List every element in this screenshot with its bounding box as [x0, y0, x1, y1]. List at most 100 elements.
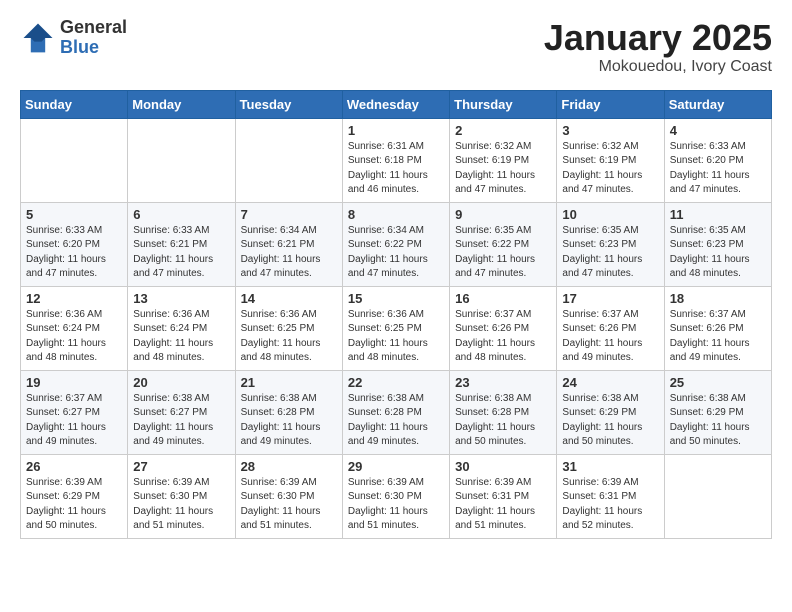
logo-text: General Blue [60, 18, 127, 58]
weekday-header-row: SundayMondayTuesdayWednesdayThursdayFrid… [21, 90, 772, 118]
calendar-cell [21, 118, 128, 202]
day-info: Sunrise: 6:33 AM Sunset: 6:20 PM Dayligh… [26, 224, 122, 282]
day-info: Sunrise: 6:38 AM Sunset: 6:27 PM Dayligh… [133, 392, 229, 450]
day-number: 8 [348, 207, 444, 222]
day-number: 17 [562, 291, 658, 306]
calendar-cell: 6 Sunrise: 6:33 AM Sunset: 6:21 PM Daylig… [128, 202, 235, 286]
week-row-1: 1 Sunrise: 6:31 AM Sunset: 6:18 PM Daylig… [21, 118, 772, 202]
calendar-cell: 12Sunrise: 6:36 AM Sunset: 6:24 PM Dayli… [21, 286, 128, 370]
calendar-cell: 23 Sunrise: 6:38 AM Sunset: 6:28 PM Dayli… [450, 370, 557, 454]
calendar-cell: 13Sunrise: 6:36 AM Sunset: 6:24 PM Dayli… [128, 286, 235, 370]
weekday-header-tuesday: Tuesday [235, 90, 342, 118]
day-number: 26 [26, 459, 122, 474]
day-number: 15 [348, 291, 444, 306]
day-number: 29 [348, 459, 444, 474]
day-number: 22 [348, 375, 444, 390]
day-info: Sunrise: 6:38 AM Sunset: 6:28 PM Dayligh… [241, 392, 337, 450]
calendar-cell: 11 Sunrise: 6:35 AM Sunset: 6:23 PM Dayli… [664, 202, 771, 286]
calendar-cell: 31 Sunrise: 6:39 AM Sunset: 6:31 PM Dayli… [557, 454, 664, 538]
day-number: 20 [133, 375, 229, 390]
day-number: 23 [455, 375, 551, 390]
weekday-header-monday: Monday [128, 90, 235, 118]
day-number: 6 [133, 207, 229, 222]
day-info: Sunrise: 6:39 AM Sunset: 6:30 PM Dayligh… [348, 476, 444, 534]
page: General Blue January 2025 Mokouedou, Ivo… [0, 0, 792, 557]
day-number: 31 [562, 459, 658, 474]
calendar-cell: 14Sunrise: 6:36 AM Sunset: 6:25 PM Dayli… [235, 286, 342, 370]
calendar-cell: 19 Sunrise: 6:37 AM Sunset: 6:27 PM Dayli… [21, 370, 128, 454]
day-number: 28 [241, 459, 337, 474]
title-area: January 2025 Mokouedou, Ivory Coast [544, 18, 772, 76]
calendar-cell [128, 118, 235, 202]
day-info: Sunrise: 6:33 AM Sunset: 6:21 PM Dayligh… [133, 224, 229, 282]
weekday-header-thursday: Thursday [450, 90, 557, 118]
day-number: 30 [455, 459, 551, 474]
day-info: Sunrise: 6:34 AM Sunset: 6:22 PM Dayligh… [348, 224, 444, 282]
day-number: 16 [455, 291, 551, 306]
day-number: 1 [348, 123, 444, 138]
week-row-2: 5 Sunrise: 6:33 AM Sunset: 6:20 PM Daylig… [21, 202, 772, 286]
calendar-cell [664, 454, 771, 538]
calendar-cell: 9 Sunrise: 6:35 AM Sunset: 6:22 PM Daylig… [450, 202, 557, 286]
subtitle: Mokouedou, Ivory Coast [544, 58, 772, 76]
day-number: 4 [670, 123, 766, 138]
calendar-cell: 18Sunrise: 6:37 AM Sunset: 6:26 PM Dayli… [664, 286, 771, 370]
day-info: Sunrise: 6:38 AM Sunset: 6:28 PM Dayligh… [455, 392, 551, 450]
header: General Blue January 2025 Mokouedou, Ivo… [20, 18, 772, 76]
day-info: Sunrise: 6:36 AM Sunset: 6:25 PM Dayligh… [241, 308, 337, 366]
day-info: Sunrise: 6:39 AM Sunset: 6:30 PM Dayligh… [133, 476, 229, 534]
calendar-cell: 24 Sunrise: 6:38 AM Sunset: 6:29 PM Dayli… [557, 370, 664, 454]
logo-icon [20, 20, 56, 56]
day-number: 11 [670, 207, 766, 222]
day-info: Sunrise: 6:38 AM Sunset: 6:29 PM Dayligh… [562, 392, 658, 450]
weekday-header-saturday: Saturday [664, 90, 771, 118]
day-info: Sunrise: 6:36 AM Sunset: 6:25 PM Dayligh… [348, 308, 444, 366]
day-number: 13 [133, 291, 229, 306]
calendar-cell: 17 Sunrise: 6:37 AM Sunset: 6:26 PM Dayli… [557, 286, 664, 370]
day-info: Sunrise: 6:33 AM Sunset: 6:20 PM Dayligh… [670, 140, 766, 198]
calendar-cell: 2Sunrise: 6:32 AM Sunset: 6:19 PM Daylig… [450, 118, 557, 202]
calendar-cell: 20 Sunrise: 6:38 AM Sunset: 6:27 PM Dayli… [128, 370, 235, 454]
calendar-cell: 27 Sunrise: 6:39 AM Sunset: 6:30 PM Dayli… [128, 454, 235, 538]
calendar-cell: 16 Sunrise: 6:37 AM Sunset: 6:26 PM Dayli… [450, 286, 557, 370]
calendar-cell: 21Sunrise: 6:38 AM Sunset: 6:28 PM Dayli… [235, 370, 342, 454]
day-info: Sunrise: 6:39 AM Sunset: 6:31 PM Dayligh… [562, 476, 658, 534]
weekday-header-friday: Friday [557, 90, 664, 118]
day-info: Sunrise: 6:35 AM Sunset: 6:23 PM Dayligh… [562, 224, 658, 282]
day-info: Sunrise: 6:37 AM Sunset: 6:27 PM Dayligh… [26, 392, 122, 450]
week-row-5: 26 Sunrise: 6:39 AM Sunset: 6:29 PM Dayli… [21, 454, 772, 538]
day-number: 25 [670, 375, 766, 390]
week-row-3: 12Sunrise: 6:36 AM Sunset: 6:24 PM Dayli… [21, 286, 772, 370]
logo: General Blue [20, 18, 127, 58]
day-number: 7 [241, 207, 337, 222]
day-info: Sunrise: 6:37 AM Sunset: 6:26 PM Dayligh… [455, 308, 551, 366]
day-info: Sunrise: 6:35 AM Sunset: 6:22 PM Dayligh… [455, 224, 551, 282]
day-number: 10 [562, 207, 658, 222]
day-info: Sunrise: 6:37 AM Sunset: 6:26 PM Dayligh… [562, 308, 658, 366]
calendar-table: SundayMondayTuesdayWednesdayThursdayFrid… [20, 90, 772, 539]
weekday-header-sunday: Sunday [21, 90, 128, 118]
week-row-4: 19 Sunrise: 6:37 AM Sunset: 6:27 PM Dayli… [21, 370, 772, 454]
calendar-cell: 30Sunrise: 6:39 AM Sunset: 6:31 PM Dayli… [450, 454, 557, 538]
day-number: 18 [670, 291, 766, 306]
day-info: Sunrise: 6:32 AM Sunset: 6:19 PM Dayligh… [455, 140, 551, 198]
day-info: Sunrise: 6:38 AM Sunset: 6:29 PM Dayligh… [670, 392, 766, 450]
calendar-cell: 8 Sunrise: 6:34 AM Sunset: 6:22 PM Daylig… [342, 202, 449, 286]
day-info: Sunrise: 6:39 AM Sunset: 6:29 PM Dayligh… [26, 476, 122, 534]
day-info: Sunrise: 6:35 AM Sunset: 6:23 PM Dayligh… [670, 224, 766, 282]
day-number: 3 [562, 123, 658, 138]
day-info: Sunrise: 6:36 AM Sunset: 6:24 PM Dayligh… [26, 308, 122, 366]
day-number: 5 [26, 207, 122, 222]
day-number: 27 [133, 459, 229, 474]
calendar-cell: 25 Sunrise: 6:38 AM Sunset: 6:29 PM Dayli… [664, 370, 771, 454]
day-number: 19 [26, 375, 122, 390]
day-info: Sunrise: 6:31 AM Sunset: 6:18 PM Dayligh… [348, 140, 444, 198]
calendar-cell: 5 Sunrise: 6:33 AM Sunset: 6:20 PM Daylig… [21, 202, 128, 286]
day-info: Sunrise: 6:34 AM Sunset: 6:21 PM Dayligh… [241, 224, 337, 282]
day-number: 9 [455, 207, 551, 222]
day-number: 24 [562, 375, 658, 390]
calendar-cell [235, 118, 342, 202]
calendar-cell: 10 Sunrise: 6:35 AM Sunset: 6:23 PM Dayli… [557, 202, 664, 286]
calendar-cell: 29 Sunrise: 6:39 AM Sunset: 6:30 PM Dayli… [342, 454, 449, 538]
day-info: Sunrise: 6:38 AM Sunset: 6:28 PM Dayligh… [348, 392, 444, 450]
